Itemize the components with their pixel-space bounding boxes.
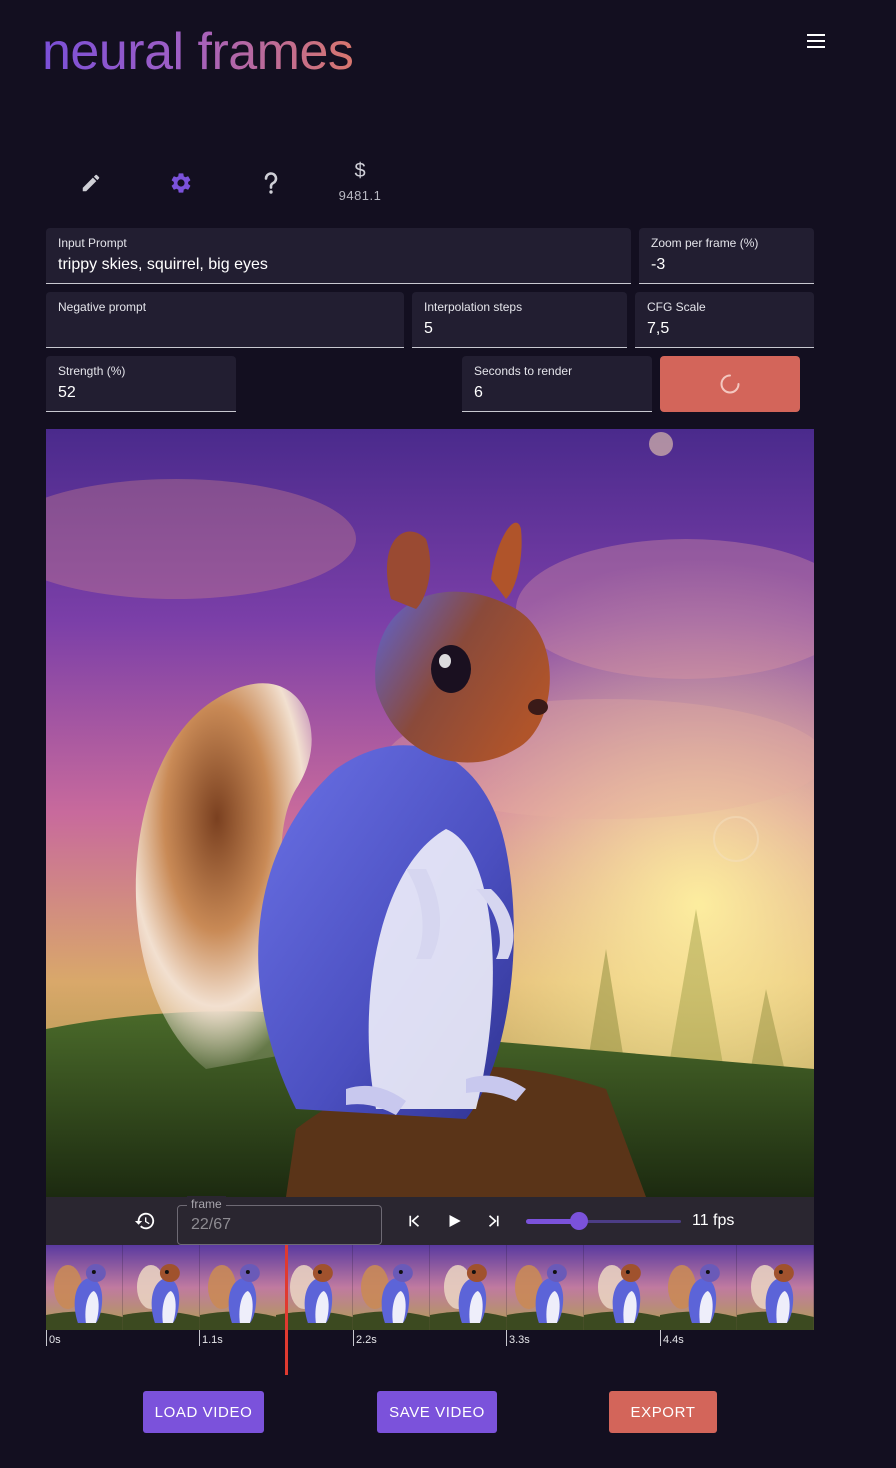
timeline-tick: 1.1s (199, 1330, 223, 1346)
player-controls: frame 22/67 11 fps (46, 1196, 814, 1245)
filmstrip-thumbnail[interactable] (506, 1245, 584, 1330)
zoom-per-frame-field[interactable]: Zoom per frame (%) -3 (639, 228, 814, 284)
field-label: Negative prompt (58, 300, 147, 314)
gear-icon[interactable] (161, 163, 201, 203)
credits-amount: 9481.1 (338, 188, 382, 203)
menu-icon-bar (807, 46, 825, 48)
filmstrip-thumbnail[interactable] (429, 1245, 507, 1330)
slider-thumb[interactable] (570, 1212, 589, 1230)
export-button[interactable]: EXPORT (609, 1391, 717, 1433)
field-label: Strength (%) (58, 364, 126, 378)
timeline-tick: 3.3s (506, 1330, 530, 1346)
frame-input[interactable]: frame 22/67 (177, 1196, 382, 1245)
dollar-icon: $ (354, 160, 366, 182)
filmstrip-thumbnail[interactable] (122, 1245, 200, 1330)
loading-spinner-icon (720, 374, 740, 394)
field-label: Seconds to render (474, 364, 573, 378)
input-prompt-field[interactable]: Input Prompt trippy skies, squirrel, big… (46, 228, 631, 284)
play-icon[interactable] (442, 1209, 466, 1233)
filmstrip-thumbnail[interactable] (737, 1245, 814, 1330)
render-button[interactable] (660, 356, 800, 412)
help-icon[interactable] (251, 163, 291, 203)
hamburger-menu-button[interactable] (800, 30, 832, 54)
interpolation-steps-field[interactable]: Interpolation steps 5 (412, 292, 627, 348)
timeline-tick: 2.2s (353, 1330, 377, 1346)
filmstrip-thumbnail[interactable] (583, 1245, 661, 1330)
seconds-to-render-field[interactable]: Seconds to render 6 (462, 356, 652, 412)
filmstrip-thumbnail[interactable] (353, 1245, 430, 1330)
timeline-tick: 0s (46, 1330, 61, 1346)
cfg-scale-value[interactable]: 7,5 (647, 319, 802, 339)
fps-label: 11 fps (692, 1212, 735, 1229)
seconds-to-render-value[interactable]: 6 (474, 383, 640, 403)
input-prompt-value[interactable]: trippy skies, squirrel, big eyes (58, 255, 619, 275)
field-label: CFG Scale (647, 300, 706, 314)
preview-image (46, 429, 814, 1197)
filmstrip (46, 1245, 814, 1330)
load-video-button[interactable]: LOAD VIDEO (143, 1391, 264, 1433)
skip-next-icon[interactable] (482, 1209, 506, 1233)
skip-previous-icon[interactable] (402, 1209, 426, 1233)
timeline-tick: 4.4s (660, 1330, 684, 1346)
filmstrip-thumbnail[interactable] (660, 1245, 738, 1330)
menu-icon-bar (807, 40, 825, 42)
field-label: Input Prompt (58, 236, 127, 250)
field-label: Interpolation steps (424, 300, 523, 314)
interpolation-steps-value[interactable]: 5 (424, 319, 615, 339)
playhead[interactable] (285, 1245, 288, 1375)
credits-display: $ 9481.1 (330, 160, 390, 203)
negative-prompt-field[interactable]: Negative prompt (46, 292, 404, 348)
menu-icon-bar (807, 34, 825, 36)
field-label: Zoom per frame (%) (651, 236, 759, 250)
filmstrip-thumbnail[interactable] (199, 1245, 277, 1330)
save-video-button[interactable]: SAVE VIDEO (377, 1391, 497, 1433)
fps-slider[interactable] (526, 1211, 681, 1231)
frame-label: frame (187, 1196, 226, 1212)
pencil-icon[interactable] (71, 163, 111, 203)
zoom-per-frame-value[interactable]: -3 (651, 255, 802, 275)
filmstrip-thumbnail[interactable] (46, 1245, 123, 1330)
history-icon[interactable] (133, 1209, 157, 1233)
cfg-scale-field[interactable]: CFG Scale 7,5 (635, 292, 814, 348)
frame-value[interactable]: 22/67 (191, 1216, 231, 1234)
strength-value[interactable]: 52 (58, 383, 224, 403)
strength-field[interactable]: Strength (%) 52 (46, 356, 236, 412)
app-logo: neural frames (42, 23, 354, 81)
